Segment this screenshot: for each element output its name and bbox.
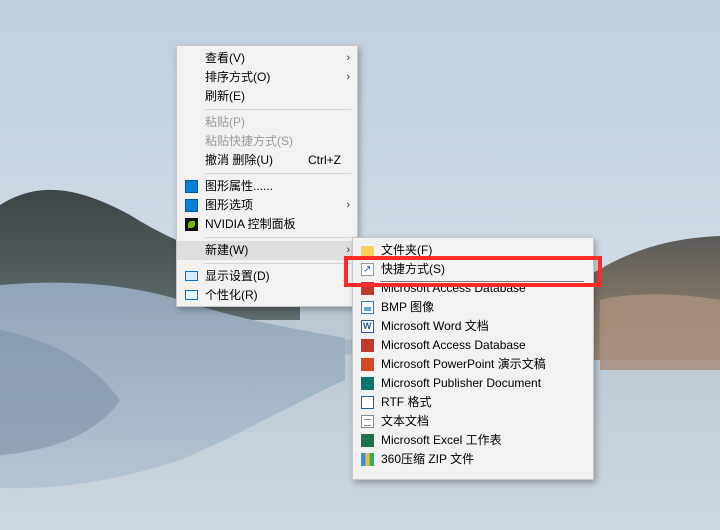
- red-highlight-box: [344, 256, 602, 287]
- menu-item-label: RTF 格式: [381, 395, 432, 409]
- menu-separator: [205, 109, 351, 110]
- menu-item-label: Microsoft Access Database: [381, 338, 526, 352]
- menu-item-label: 粘贴(P): [205, 115, 245, 129]
- menu-item-nvidia-control-panel[interactable]: NVIDIA 控制面板: [177, 215, 357, 234]
- submenu-item-text-document[interactable]: 文本文档: [353, 412, 593, 431]
- menu-item-accelerator: Ctrl+Z: [308, 153, 341, 167]
- submenu-item-publisher[interactable]: Microsoft Publisher Document: [353, 374, 593, 393]
- menu-item-new[interactable]: 新建(W) ›: [177, 241, 357, 260]
- submenu-arrow-icon: ›: [346, 199, 350, 211]
- submenu-item-excel[interactable]: Microsoft Excel 工作表: [353, 431, 593, 450]
- menu-separator: [205, 173, 351, 174]
- folder-icon: [361, 246, 374, 256]
- nvidia-icon: [185, 218, 198, 231]
- submenu-item-rtf[interactable]: RTF 格式: [353, 393, 593, 412]
- menu-item-undo-delete[interactable]: 撤消 删除(U) Ctrl+Z: [177, 151, 357, 170]
- word-icon: [361, 317, 374, 336]
- submenu-item-powerpoint[interactable]: Microsoft PowerPoint 演示文稿: [353, 355, 593, 374]
- zip-icon: [361, 453, 374, 466]
- menu-item-label: BMP 图像: [381, 300, 435, 314]
- menu-item-sort-by[interactable]: 排序方式(O) ›: [177, 68, 357, 87]
- menu-item-graphics-options[interactable]: 图形选项 ›: [177, 196, 357, 215]
- menu-item-view[interactable]: 查看(V) ›: [177, 49, 357, 68]
- submenu-arrow-icon: ›: [346, 52, 350, 64]
- menu-item-label: 360压缩 ZIP 文件: [381, 452, 475, 466]
- menu-item-paste-shortcut: 粘贴快捷方式(S): [177, 132, 357, 151]
- menu-item-label: 粘贴快捷方式(S): [205, 134, 293, 148]
- display-icon: [185, 271, 198, 281]
- menu-item-personalize[interactable]: 个性化(R): [177, 286, 357, 305]
- menu-item-label: Microsoft Word 文档: [381, 319, 489, 333]
- submenu-item-zip[interactable]: 360压缩 ZIP 文件: [353, 450, 593, 469]
- personalize-icon: [185, 290, 198, 300]
- menu-item-label: 排序方式(O): [205, 70, 271, 84]
- menu-item-label: 个性化(R): [205, 288, 258, 302]
- graphics-options-icon: [185, 199, 198, 212]
- menu-item-refresh[interactable]: 刷新(E): [177, 87, 357, 106]
- menu-item-label: 图形选项: [205, 198, 254, 212]
- publisher-icon: [361, 377, 374, 390]
- access-icon: [361, 339, 374, 352]
- submenu-item-access-database-2[interactable]: Microsoft Access Database: [353, 336, 593, 355]
- menu-item-label: 显示设置(D): [205, 269, 270, 283]
- menu-item-label: Microsoft PowerPoint 演示文稿: [381, 357, 546, 371]
- text-document-icon: [361, 415, 374, 428]
- menu-item-label: 撤消 删除(U): [205, 153, 273, 167]
- menu-item-label: 新建(W): [205, 243, 249, 257]
- menu-separator: [205, 263, 351, 264]
- powerpoint-icon: [361, 358, 374, 371]
- menu-item-label: 刷新(E): [205, 89, 245, 103]
- menu-item-label: 查看(V): [205, 51, 245, 65]
- menu-item-label: 图形属性......: [205, 179, 274, 193]
- rtf-icon: [361, 396, 374, 409]
- graphics-properties-icon: [185, 180, 198, 193]
- submenu-arrow-icon: ›: [346, 71, 350, 83]
- desktop-context-menu: 查看(V) › 排序方式(O) › 刷新(E) 粘贴(P) 粘贴快捷方式(S) …: [176, 45, 358, 307]
- submenu-item-word-document[interactable]: Microsoft Word 文档: [353, 317, 593, 336]
- menu-separator: [205, 237, 351, 238]
- menu-item-graphics-properties[interactable]: 图形属性......: [177, 177, 357, 196]
- excel-icon: [361, 434, 374, 447]
- menu-item-paste: 粘贴(P): [177, 113, 357, 132]
- menu-item-label: Microsoft Excel 工作表: [381, 433, 502, 447]
- menu-item-label: 文本文档: [381, 414, 430, 428]
- submenu-item-bmp-image[interactable]: BMP 图像: [353, 298, 593, 317]
- menu-item-label: NVIDIA 控制面板: [205, 217, 296, 231]
- menu-item-label: Microsoft Publisher Document: [381, 376, 542, 390]
- menu-item-display-settings[interactable]: 显示设置(D): [177, 267, 357, 286]
- bmp-icon: [361, 301, 374, 314]
